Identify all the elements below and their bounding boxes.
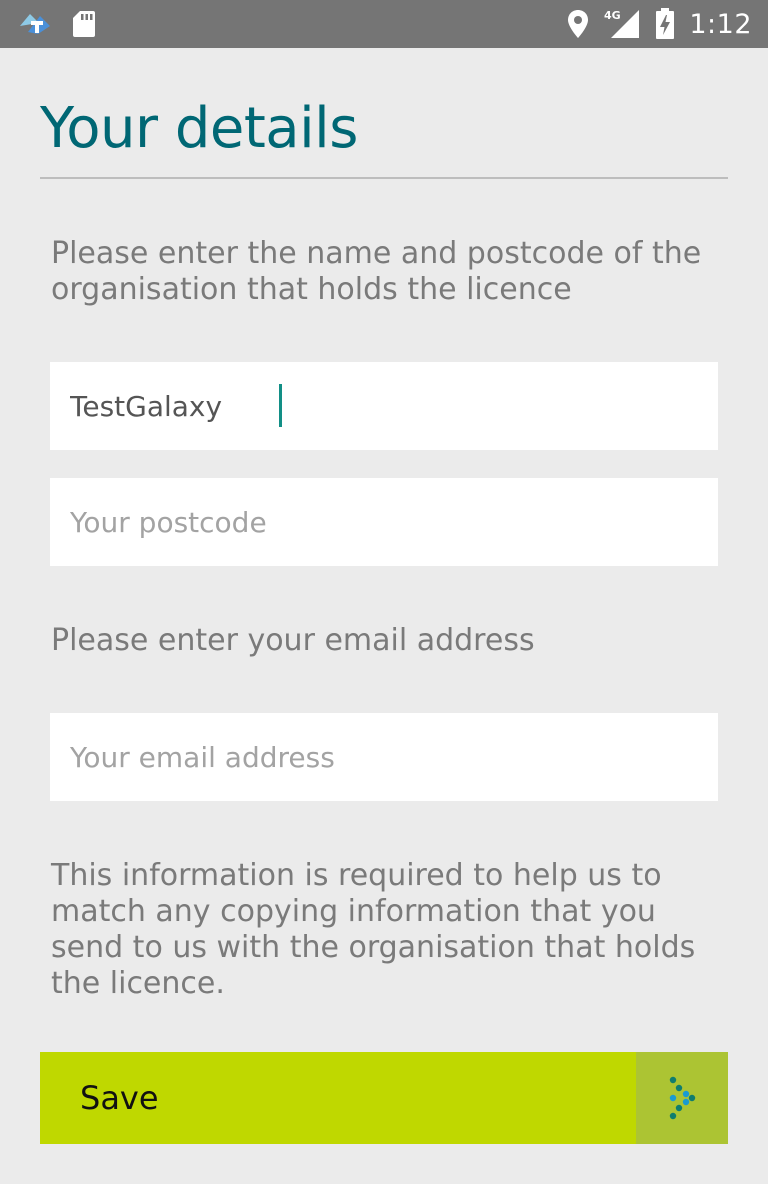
- info-text: This information is required to help us …: [51, 858, 696, 1001]
- signal-icon: 4G: [603, 8, 641, 40]
- email-field[interactable]: [50, 713, 718, 801]
- status-bar-right: 4G 1:12: [567, 0, 752, 48]
- network-type-label: 4G: [604, 9, 621, 22]
- page-title: Your details: [40, 96, 358, 161]
- status-time: 1:12: [689, 8, 752, 40]
- intro-text: Please enter the name and postcode of th…: [51, 236, 702, 307]
- title-divider: [40, 177, 728, 179]
- email-input[interactable]: [50, 713, 718, 801]
- location-icon: [567, 9, 589, 39]
- organisation-name-input[interactable]: [50, 362, 718, 450]
- save-button-label[interactable]: Save: [40, 1052, 636, 1144]
- app-notification-icon: [18, 10, 54, 38]
- postcode-field[interactable]: [50, 478, 718, 566]
- text-caret: [279, 384, 282, 427]
- battery-charging-icon: [655, 8, 675, 40]
- postcode-input[interactable]: [50, 478, 718, 566]
- save-button[interactable]: Save: [40, 1052, 728, 1144]
- email-prompt: Please enter your email address: [51, 623, 535, 658]
- organisation-name-field[interactable]: [50, 362, 718, 450]
- sd-card-icon: [72, 10, 96, 38]
- dotted-arrow-icon[interactable]: [636, 1052, 728, 1144]
- status-bar-left: [18, 8, 96, 40]
- status-bar: 4G 1:12: [0, 0, 768, 48]
